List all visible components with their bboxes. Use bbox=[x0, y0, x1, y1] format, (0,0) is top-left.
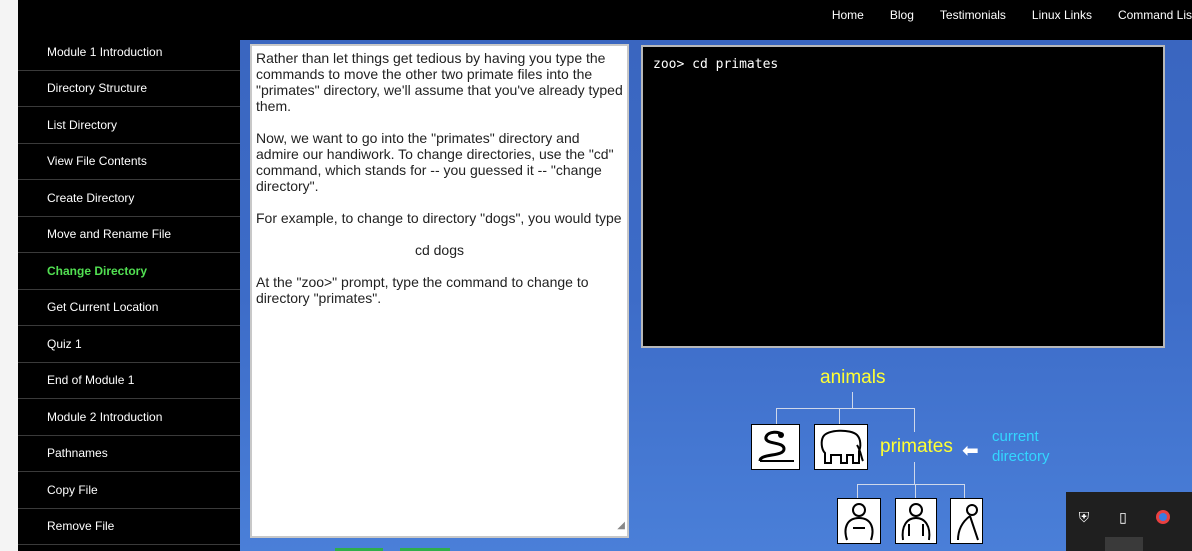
sidebar-item-module-1-introduction[interactable]: Module 1 Introduction bbox=[18, 34, 240, 71]
shield-icon[interactable]: ⛨ bbox=[1075, 508, 1093, 526]
current-directory-label: current directory bbox=[992, 427, 1050, 467]
sidebar-item-change-directory[interactable]: Change Directory bbox=[18, 253, 240, 290]
sidebar-item-quiz-1[interactable]: Quiz 1 bbox=[18, 326, 240, 363]
tree-connector bbox=[852, 392, 853, 408]
tree-current-label: primates bbox=[880, 436, 953, 457]
nav-testimonials-link[interactable]: Testimonials bbox=[940, 8, 1006, 22]
sidebar-item-pathnames[interactable]: Pathnames bbox=[18, 436, 240, 472]
tree-connector bbox=[915, 484, 916, 498]
snake-icon bbox=[751, 424, 800, 470]
sidebar-item-module-2-introduction[interactable]: Module 2 Introduction bbox=[18, 399, 240, 436]
sidebar-item-remove-file[interactable]: Remove File bbox=[18, 509, 240, 545]
sidebar-item-end-of-module-1[interactable]: End of Module 1 bbox=[18, 363, 240, 399]
gorilla-2-icon bbox=[895, 498, 937, 544]
tree-connector bbox=[914, 408, 915, 432]
terminal[interactable]: zoo> cd primates bbox=[641, 45, 1165, 348]
monkey-icon bbox=[950, 498, 983, 544]
sidebar-item-view-file-contents[interactable]: View File Contents bbox=[18, 144, 240, 180]
tree-connector bbox=[857, 484, 965, 485]
directory-tree: animals primates ⬅ current directory bbox=[740, 360, 1060, 551]
lesson-paragraph: Now, we want to go into the "primates" d… bbox=[256, 130, 614, 194]
sidebar-item-list-directory[interactable]: List Directory bbox=[18, 107, 240, 144]
app-notification-icon[interactable] bbox=[1154, 508, 1172, 526]
arrow-left-icon: ⬅ bbox=[962, 440, 979, 462]
nav-blog-link[interactable]: Blog bbox=[890, 8, 914, 22]
tree-connector bbox=[776, 408, 915, 409]
top-nav: Home Blog Testimonials Linux Links Comma… bbox=[832, 0, 1192, 30]
system-tray: ⛨ ▯ bbox=[1066, 492, 1192, 551]
tree-root-label: animals bbox=[820, 367, 886, 388]
example-command: cd dogs bbox=[414, 242, 465, 258]
tray-highlight bbox=[1105, 537, 1143, 551]
elephant-icon bbox=[814, 424, 868, 470]
sidebar: Module 1 Introduction Directory Structur… bbox=[18, 34, 240, 551]
sidebar-item-copy-file[interactable]: Copy File bbox=[18, 472, 240, 509]
page-margin bbox=[0, 0, 18, 551]
tree-connector bbox=[914, 462, 915, 484]
tree-connector bbox=[776, 408, 777, 424]
usb-drive-icon[interactable]: ▯ bbox=[1114, 508, 1132, 526]
current-directory-label-1: current bbox=[992, 428, 1039, 445]
sidebar-item-directory-structure[interactable]: Directory Structure bbox=[18, 71, 240, 107]
gorilla-icon bbox=[837, 498, 881, 544]
nav-home-link[interactable]: Home bbox=[832, 8, 864, 22]
sidebar-item-create-directory[interactable]: Create Directory bbox=[18, 180, 240, 217]
sidebar-item-get-current-location[interactable]: Get Current Location bbox=[18, 290, 240, 326]
lesson-text-panel[interactable]: Rather than let things get tedious by ha… bbox=[250, 44, 629, 538]
tree-connector bbox=[964, 484, 965, 498]
resize-grip-icon[interactable]: ◢ bbox=[617, 518, 625, 534]
current-directory-label-2: directory bbox=[992, 448, 1050, 465]
lesson-paragraph: Rather than let things get tedious by ha… bbox=[256, 50, 623, 114]
lesson-paragraph: At the "zoo>" prompt, type the command t… bbox=[256, 274, 589, 306]
lesson-area: Rather than let things get tedious by ha… bbox=[240, 40, 1192, 551]
sidebar-item-move-and-rename-file[interactable]: Move and Rename File bbox=[18, 217, 240, 253]
nav-linux-links-link[interactable]: Linux Links bbox=[1032, 8, 1092, 22]
terminal-line: zoo> cd primates bbox=[653, 57, 779, 72]
lesson-paragraph: For example, to change to directory "dog… bbox=[256, 210, 622, 226]
tree-connector bbox=[839, 408, 840, 424]
nav-command-list-link[interactable]: Command Lis bbox=[1118, 8, 1192, 22]
tree-connector bbox=[857, 484, 858, 498]
